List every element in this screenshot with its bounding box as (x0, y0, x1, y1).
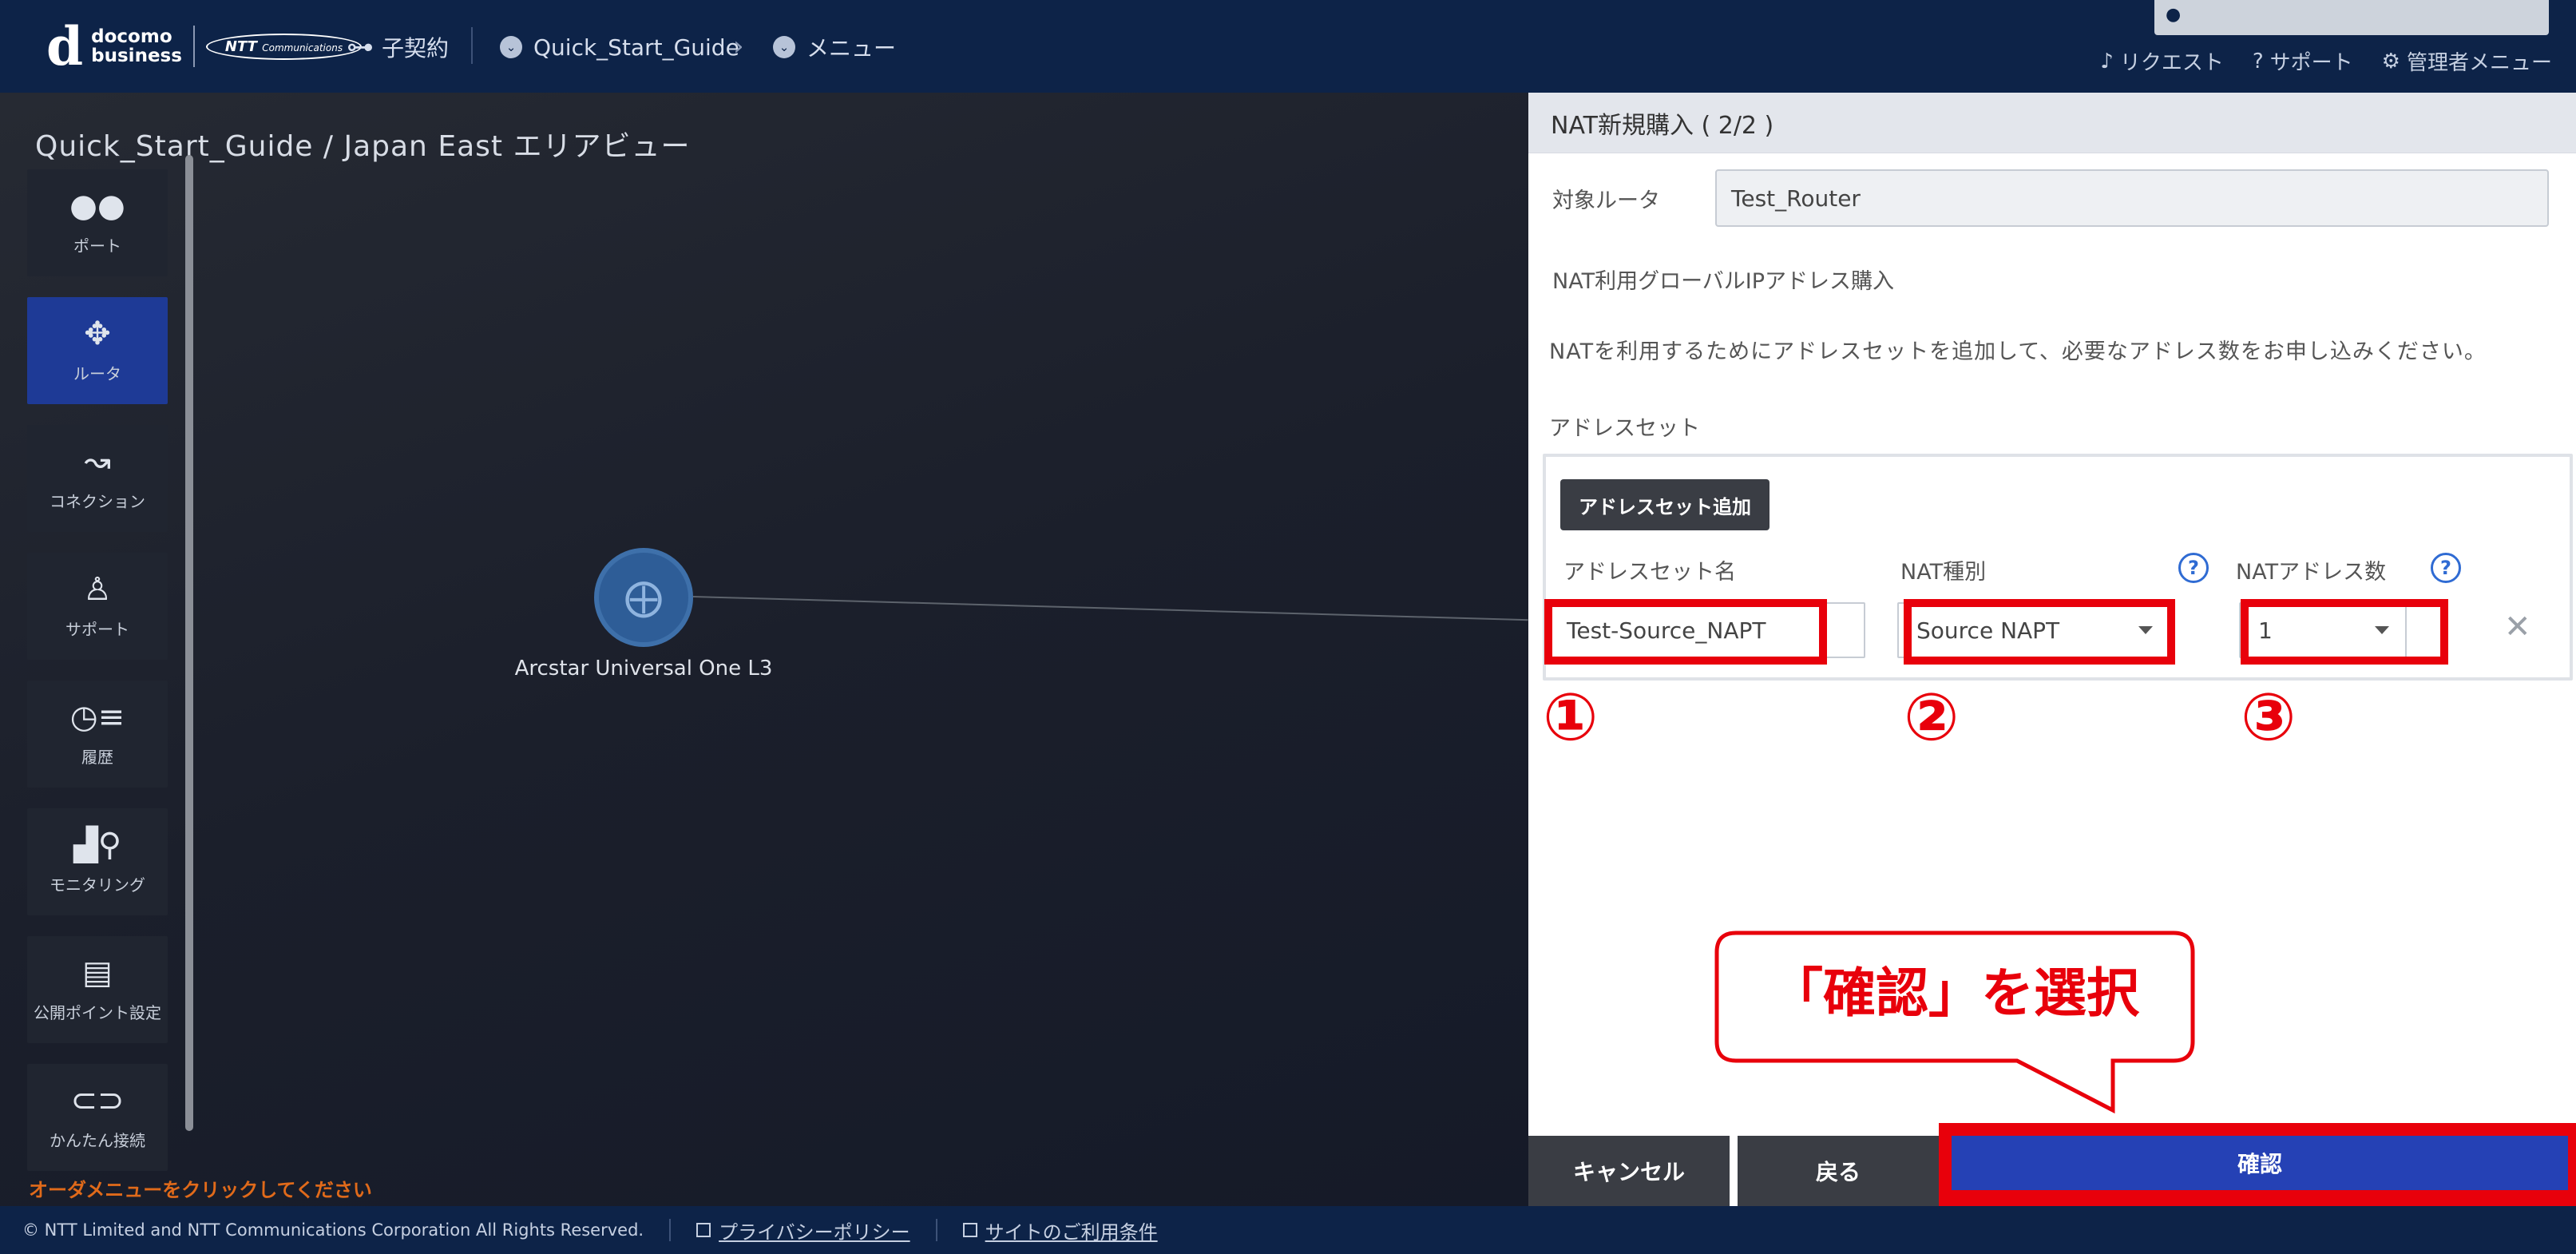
external-link-icon (696, 1223, 711, 1237)
support-link[interactable]: ? サポート (2253, 46, 2353, 76)
sub-contract-link[interactable]: ⊶ 子契約 (347, 29, 449, 65)
easy-connect-icon: ⊂⊃ (70, 1081, 125, 1119)
footer-divider (669, 1219, 672, 1241)
admin-menu-link[interactable]: ⚙ 管理者メニュー (2382, 46, 2552, 76)
logo-brand-line1: docomo (91, 26, 172, 47)
marker-1: ① (1543, 680, 1599, 756)
bell-icon: ♪ (2100, 49, 2114, 73)
target-router-label: 対象ルータ (1552, 188, 1660, 213)
sidebar-item-label: ポート (73, 236, 121, 256)
section-description: NATを利用するためにアドレスセットを追加して、必要なアドレス数をお申し込みくだ… (1549, 339, 2487, 364)
sidebar-item-public-point[interactable]: ▤ 公開ポイント設定 (27, 936, 168, 1043)
type-help-icon[interactable]: ? (2178, 553, 2209, 583)
top-links: ♪ リクエスト ? サポート ⚙ 管理者メニュー (2100, 46, 2552, 76)
column-header-name: アドレスセット名 (1563, 560, 1736, 585)
port-icon: ●● (69, 187, 125, 224)
sidebar-item-connection[interactable]: ↝ コネクション (27, 425, 168, 532)
sidebar-scrollbar[interactable] (185, 155, 193, 1131)
highlight-box-1 (1544, 599, 1827, 665)
node-label: Arcstar Universal One L3 (514, 657, 773, 681)
panel-title: NAT新規購入 ( 2/2 ) (1528, 93, 2576, 153)
marker-2: ② (1904, 680, 1960, 756)
copyright-text: © NTT Limited and NTT Communications Cor… (22, 1220, 644, 1240)
monitoring-icon: ▟⚲ (73, 826, 122, 863)
external-link-icon (962, 1223, 977, 1237)
column-header-count: NATアドレス数 (2236, 560, 2387, 585)
breadcrumb-menu[interactable]: ⌄ メニュー (773, 29, 896, 65)
cancel-button[interactable]: キャンセル (1528, 1136, 1730, 1206)
callout-bubble (915, 930, 1397, 1157)
sidebar-item-monitoring[interactable]: ▟⚲ モニタリング (27, 808, 168, 915)
sidebar-item-label: ルータ (73, 363, 121, 383)
logo-brand-line2: business (91, 46, 182, 66)
sidebar-item-port[interactable]: ●● ポート (27, 169, 168, 276)
l3-network-node[interactable]: ⨁ (594, 548, 693, 647)
chevron-down-icon: ⌄ (500, 36, 522, 58)
top-header: d docomo business NTT Communications ⊶ 子… (0, 0, 2576, 93)
chevron-down-icon: ⌄ (773, 36, 795, 58)
question-circle-icon: ? (2252, 49, 2264, 73)
logo-divider (192, 26, 195, 67)
header-divider (471, 27, 473, 64)
sidebar-item-support[interactable]: ♙ サポート (27, 553, 168, 660)
footer-divider (935, 1219, 937, 1241)
history-icon: ◷≡ (69, 698, 125, 736)
order-sidebar: ●● ポート ✥ ルータ ↝ コネクション ♙ サポート ◷≡ 履歴 ▟⚲ モニ… (27, 169, 168, 1192)
sidebar-item-label: 履歴 (81, 747, 113, 767)
privacy-policy-link[interactable]: プライバシーポリシー (696, 1216, 910, 1244)
page-footer: © NTT Limited and NTT Communications Cor… (0, 1206, 2576, 1254)
count-help-icon[interactable]: ? (2431, 553, 2461, 583)
highlight-box-3 (2241, 599, 2448, 665)
terms-link[interactable]: サイトのご利用条件 (962, 1216, 1158, 1244)
close-icon[interactable]: ✕ (2504, 609, 2531, 645)
address-set-label: アドレスセット (1549, 416, 1700, 441)
section-title: NAT利用グローバルIPアドレス購入 (1552, 269, 1895, 294)
ntt-communications-logo: NTT Communications (205, 33, 363, 60)
sidebar-item-label: コネクション (50, 491, 145, 511)
breadcrumb-arrow-icon: › (733, 30, 744, 62)
highlight-box-2 (1904, 599, 2175, 665)
breadcrumb-contract-label: Quick_Start_Guide (533, 34, 739, 61)
public-point-icon: ▤ (82, 954, 113, 991)
target-router-row: 対象ルータ Test_Router (1552, 169, 2549, 227)
gear-icon: ⚙ (2381, 49, 2400, 73)
sidebar-item-label: かんたん接続 (50, 1130, 145, 1150)
sidebar-item-router[interactable]: ✥ ルータ (27, 297, 168, 404)
user-icon: ● (2166, 5, 2182, 25)
sidebar-item-easy-connect[interactable]: ⊂⊃ かんたん接続 (27, 1064, 168, 1171)
order-hint-text: オーダメニューをクリックしてください (29, 1179, 372, 1201)
target-router-field: Test_Router (1715, 169, 2549, 227)
confirm-button[interactable]: 確認 (1952, 1136, 2568, 1190)
sidebar-item-label: サポート (65, 619, 129, 639)
docomo-business-logo[interactable]: d docomo business NTT Communications (46, 15, 363, 77)
request-link[interactable]: ♪ リクエスト (2100, 46, 2224, 76)
network-globe-icon: ⨁ (624, 575, 663, 620)
sidebar-item-label: 公開ポイント設定 (34, 1002, 161, 1022)
breadcrumb-contract[interactable]: ⌄ Quick_Start_Guide (500, 29, 739, 65)
column-header-type: NAT種別 (1900, 560, 1987, 585)
sidebar-item-history[interactable]: ◷≡ 履歴 (27, 681, 168, 788)
callout-text: 「確認」を選択 (1770, 962, 2139, 1024)
breadcrumb-menu-label: メニュー (806, 35, 897, 62)
logo-d-mark: d (46, 15, 84, 77)
sidebar-item-label: モニタリング (50, 875, 145, 895)
support-user-icon: ♙ (83, 570, 112, 608)
area-view-title: Quick_Start_Guide / Japan East エリアビュー (35, 130, 691, 163)
confirm-button-highlight: 確認 (1939, 1123, 2576, 1206)
connection-line (692, 596, 1528, 621)
connection-icon: ↝ (84, 442, 111, 480)
marker-3: ③ (2241, 680, 2297, 756)
router-icon: ✥ (84, 315, 111, 352)
hierarchy-icon: ⊶ (347, 31, 374, 63)
sub-contract-label: 子契約 (382, 35, 450, 62)
user-account-box[interactable]: ● (2154, 0, 2549, 35)
add-address-set-button[interactable]: アドレスセット追加 (1560, 479, 1770, 530)
back-button[interactable]: 戻る (1738, 1136, 1939, 1206)
